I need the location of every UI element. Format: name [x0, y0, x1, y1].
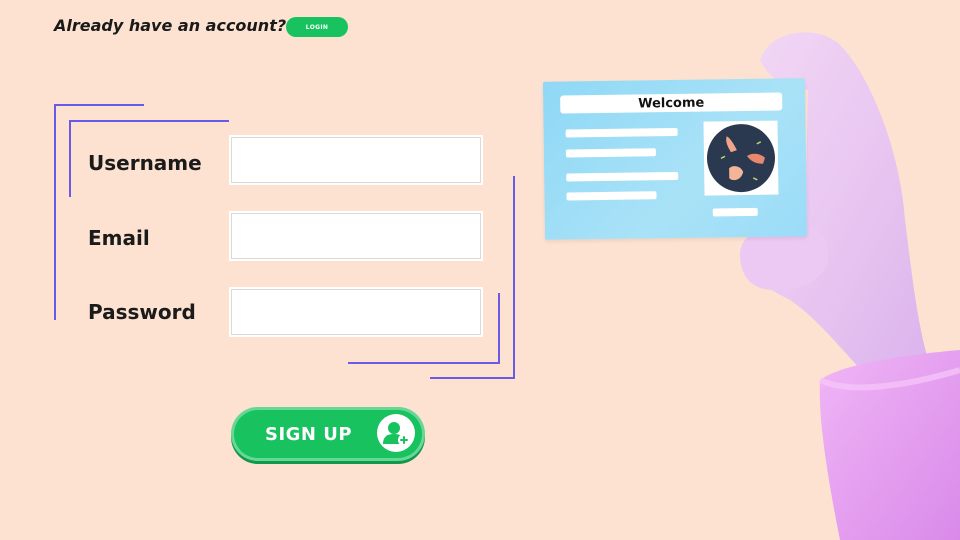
card-line: [566, 171, 679, 182]
frame-line-top-outer: [54, 104, 144, 106]
card-line: [566, 191, 657, 201]
welcome-id-card: Welcome: [542, 78, 808, 240]
card-line: [565, 127, 678, 138]
frame-line-bottom-inner: [348, 362, 500, 364]
frame-line-right-inner: [498, 293, 500, 364]
username-label: Username: [88, 151, 202, 175]
card-photo: [703, 120, 779, 196]
email-field[interactable]: [231, 213, 481, 259]
frame-line-left-inner: [69, 120, 71, 197]
card-title: Welcome: [560, 92, 783, 114]
sign-up-label: SIGN UP: [265, 423, 353, 445]
handshake-hands-icon: [706, 123, 776, 193]
login-button[interactable]: LOGIN: [286, 17, 348, 37]
password-field[interactable]: [231, 289, 481, 335]
frame-line-right-outer: [513, 176, 515, 379]
login-prompt-text: Already have an account?: [54, 16, 287, 35]
card-line: [712, 207, 758, 217]
sign-up-button[interactable]: SIGN UP: [231, 407, 425, 461]
frame-line-top-inner: [69, 120, 229, 122]
email-label: Email: [88, 226, 150, 250]
frame-line-left-outer: [54, 104, 56, 320]
password-label: Password: [88, 300, 196, 324]
add-user-icon: [377, 414, 415, 452]
card-line: [565, 148, 656, 158]
frame-line-bottom-outer: [430, 377, 515, 379]
username-field[interactable]: [231, 137, 481, 183]
